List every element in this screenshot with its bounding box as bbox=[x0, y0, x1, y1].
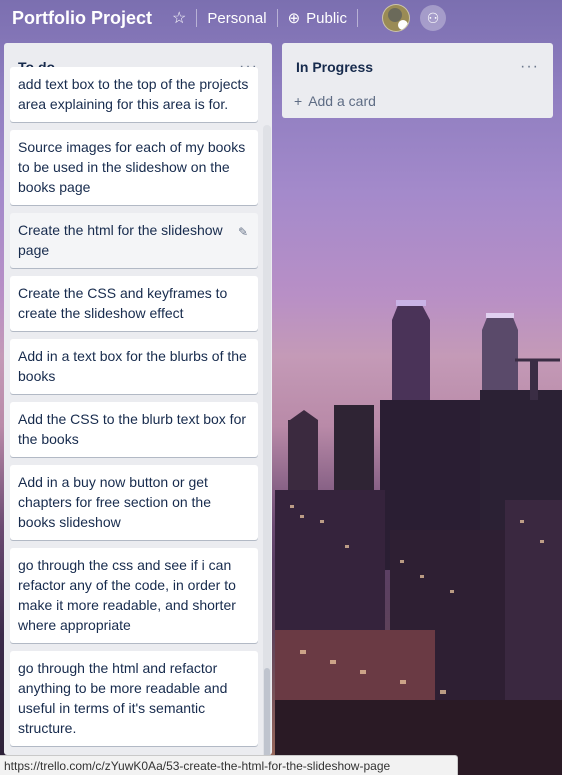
list-in-progress: In Progress ··· + Add a card bbox=[282, 43, 553, 118]
team-visibility-button[interactable]: Personal bbox=[207, 10, 266, 27]
add-card-label: Add a card bbox=[308, 93, 376, 109]
list-scrollbar-thumb[interactable] bbox=[264, 668, 270, 755]
card[interactable]: Add the CSS to the blurb text box for th… bbox=[10, 402, 258, 457]
avatar-badge-icon bbox=[398, 20, 408, 30]
card-title: go through the html and refactor anythin… bbox=[18, 660, 228, 736]
list-title[interactable]: In Progress bbox=[296, 59, 373, 75]
header-divider bbox=[276, 9, 278, 27]
plus-icon: + bbox=[294, 93, 303, 109]
card[interactable]: Create the CSS and keyframes to create t… bbox=[10, 276, 258, 331]
card-list: add text box to the top of the projects … bbox=[10, 67, 258, 754]
card-title: add text box to the top of the projects … bbox=[18, 76, 249, 112]
card[interactable]: go through the css and see if i can refa… bbox=[10, 548, 258, 643]
add-member-icon[interactable]: ⚇ bbox=[420, 5, 446, 31]
list-scrollbar[interactable] bbox=[263, 125, 271, 755]
public-visibility-button[interactable]: ⊕ Public bbox=[287, 9, 347, 28]
card[interactable]: Source images for each of my books to be… bbox=[10, 130, 258, 205]
list-header: In Progress ··· bbox=[282, 43, 553, 79]
card-title: Create the CSS and keyframes to create t… bbox=[18, 285, 228, 321]
team-visibility-label: Personal bbox=[207, 9, 267, 27]
board-header: Portfolio Project ☆ Personal ⊕ Public ⚇ bbox=[0, 0, 562, 36]
card[interactable]: Add in a buy now button or get chapters … bbox=[10, 465, 258, 540]
header-divider bbox=[357, 9, 358, 27]
card[interactable]: go through the html and refactor anythin… bbox=[10, 651, 258, 746]
add-card-button[interactable]: + Add a card bbox=[282, 79, 553, 109]
card-title: go through the css and see if i can refa… bbox=[18, 557, 236, 633]
public-visibility-label: Public bbox=[306, 9, 347, 27]
card-title: Add the CSS to the blurb text box for th… bbox=[18, 411, 247, 447]
header-divider bbox=[196, 9, 198, 27]
star-icon[interactable]: ☆ bbox=[172, 8, 186, 28]
card[interactable]: Add in a text box for the blurbs of the … bbox=[10, 339, 258, 394]
list-menu-icon[interactable]: ··· bbox=[520, 58, 539, 76]
globe-icon: ⊕ bbox=[287, 10, 301, 27]
card-title: Create the html for the slideshow page bbox=[18, 222, 223, 258]
edit-pencil-icon[interactable]: ✎ bbox=[238, 222, 248, 242]
avatar[interactable] bbox=[382, 4, 410, 32]
card[interactable]: add text box to the top of the projects … bbox=[10, 67, 258, 122]
card-title: Add in a text box for the blurbs of the … bbox=[18, 348, 247, 384]
status-url-bar: https://trello.com/c/zYuwK0Aa/53-create-… bbox=[0, 755, 458, 775]
board-title[interactable]: Portfolio Project bbox=[12, 8, 152, 29]
card-title: Source images for each of my books to be… bbox=[18, 139, 246, 195]
list-todo: To do ··· add text box to the top of the… bbox=[4, 43, 272, 755]
card-title: Add in a buy now button or get chapters … bbox=[18, 474, 211, 530]
card[interactable]: Create the html for the slideshow page ✎ bbox=[10, 213, 258, 268]
